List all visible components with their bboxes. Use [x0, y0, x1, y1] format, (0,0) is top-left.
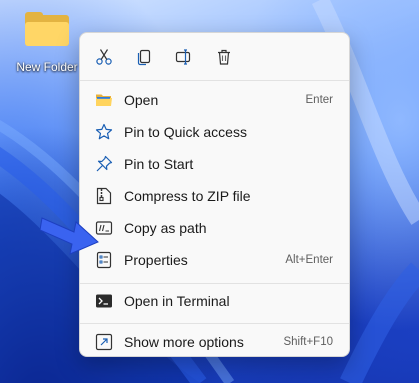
menu-item-pin-quick-access[interactable]: Pin to Quick access — [80, 116, 349, 148]
menu-item-open[interactable]: Open Enter — [80, 84, 349, 116]
menu-divider — [80, 323, 349, 324]
rename-button[interactable] — [169, 43, 199, 71]
menu-item-label: Properties — [124, 252, 188, 268]
menu-item-label: Open — [124, 92, 159, 108]
menu-item-shortcut: Alt+Enter — [285, 254, 333, 266]
delete-button[interactable] — [209, 43, 239, 71]
menu-item-properties[interactable]: Properties Alt+Enter — [80, 244, 349, 276]
zip-icon — [95, 187, 113, 205]
menu-item-label: Open in Terminal — [124, 293, 230, 309]
folder-icon — [25, 12, 69, 46]
copy-icon — [137, 49, 151, 66]
delete-icon — [218, 49, 230, 65]
menu-divider — [80, 80, 349, 81]
menu-item-label: Pin to Start — [124, 156, 194, 172]
menu-item-compress-zip[interactable]: Compress to ZIP file — [80, 180, 349, 212]
context-menu: Open Enter Pin to Quick access Pin to St… — [79, 32, 350, 357]
copy-button[interactable] — [129, 43, 159, 71]
menu-item-show-more-options[interactable]: Show more options Shift+F10 — [80, 326, 349, 358]
menu-item-shortcut: Shift+F10 — [283, 336, 333, 348]
context-menu-toolbar — [80, 33, 349, 81]
menu-item-open-terminal[interactable]: Open in Terminal — [80, 285, 349, 317]
menu-item-pin-start[interactable]: Pin to Start — [80, 148, 349, 180]
cut-button[interactable] — [89, 43, 119, 71]
cut-icon — [96, 49, 112, 65]
menu-item-shortcut: Enter — [305, 94, 334, 106]
menu-item-label: Pin to Quick access — [124, 124, 247, 140]
desktop-folder-label: New Folder — [16, 60, 78, 74]
pin-icon — [95, 155, 113, 173]
terminal-icon — [95, 292, 113, 310]
desktop-folder-item[interactable]: New Folder — [8, 8, 86, 74]
menu-item-label: Compress to ZIP file — [124, 188, 251, 204]
menu-item-label: Show more options — [124, 334, 244, 350]
pointer-arrow-icon — [40, 217, 99, 255]
menu-divider — [80, 283, 349, 284]
menu-item-copy-path[interactable]: Copy as path — [80, 212, 349, 244]
more-options-icon — [95, 333, 113, 351]
star-icon — [95, 123, 113, 141]
folder-open-icon — [95, 91, 113, 109]
rename-icon — [175, 49, 191, 65]
menu-item-label: Copy as path — [124, 220, 207, 236]
